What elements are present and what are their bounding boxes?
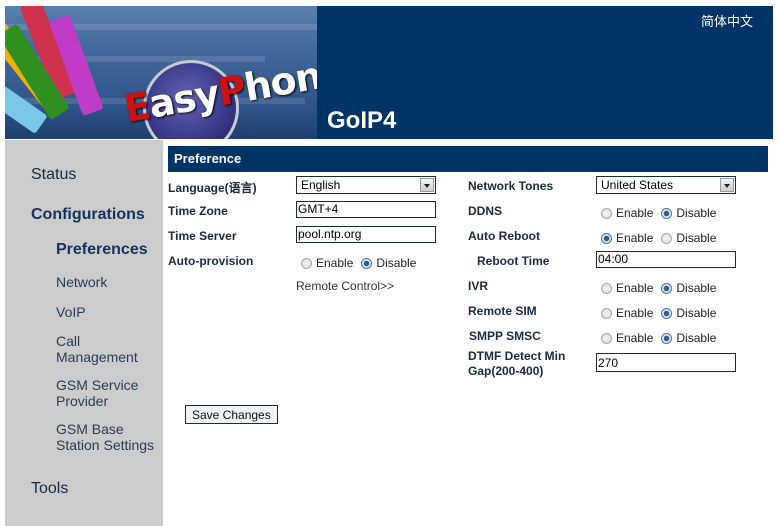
option-label: Enable	[316, 256, 354, 270]
radio-unchecked-icon[interactable]	[601, 207, 612, 219]
sidebar-item-configurations[interactable]: Configurations	[31, 206, 145, 224]
dtmf-gap-label-line2: Gap(200-400)	[468, 364, 544, 378]
ivr-enable-option[interactable]: Enable	[601, 281, 653, 295]
network-tones-select-value: United States	[601, 178, 674, 192]
option-label: Enable	[616, 281, 654, 295]
ddns-enable-option[interactable]: Enable	[601, 206, 653, 220]
sidebar-item-network[interactable]: Network	[56, 274, 107, 290]
auto-provision-enable-option[interactable]: Enable	[301, 256, 353, 270]
option-label: Disable	[676, 206, 717, 220]
sidebar-item-gsm-service-provider[interactable]: GSM Service Provider	[56, 377, 156, 409]
section-header: Preference	[168, 146, 768, 172]
smpp-smsc-enable-option[interactable]: Enable	[601, 331, 653, 345]
smpp-smsc-label: SMPP SMSC	[469, 329, 541, 343]
auto-reboot-enable-option[interactable]: Enable	[601, 231, 653, 245]
chinese-language-link[interactable]: 简体中文	[701, 11, 753, 30]
radio-unchecked-icon[interactable]	[661, 232, 673, 244]
option-label: Disable	[676, 281, 717, 295]
ivr-label: IVR	[468, 279, 489, 293]
language-label: Language(语言)	[168, 181, 257, 195]
reboot-time-label: Reboot Time	[477, 254, 550, 268]
radio-unchecked-icon[interactable]	[601, 307, 612, 319]
time-zone-label: Time Zone	[168, 204, 228, 218]
remote-control-link[interactable]: Remote Control>>	[296, 279, 394, 293]
option-label: Disable	[376, 256, 417, 270]
sidebar-item-preferences[interactable]: Preferences	[56, 242, 148, 258]
dtmf-gap-label-line1: DTMF Detect Min	[468, 349, 566, 363]
time-server-input[interactable]	[296, 226, 436, 243]
radio-checked-icon[interactable]	[661, 282, 673, 294]
section-title: Preference	[174, 151, 242, 166]
radio-checked-icon[interactable]	[361, 257, 373, 269]
sidebar: Status Configurations Preferences Networ…	[5, 140, 163, 526]
sidebar-item-call-management[interactable]: Call Management	[56, 333, 156, 365]
sidebar-item-voip[interactable]: VoIP	[56, 304, 86, 320]
auto-reboot-radio-group: Enable Disable	[601, 231, 724, 245]
remote-sim-disable-option[interactable]: Disable	[661, 306, 716, 320]
auto-provision-disable-option[interactable]: Disable	[361, 256, 416, 270]
ivr-radio-group: Enable Disable	[601, 281, 724, 295]
header-banner: EasyPhone 简体中文 GoIP4	[5, 6, 773, 139]
language-select[interactable]: English	[296, 176, 436, 194]
chevron-down-icon[interactable]	[420, 178, 434, 192]
device-model-title: GoIP4	[327, 107, 397, 134]
auto-reboot-label: Auto Reboot	[468, 229, 540, 243]
language-select-value: English	[301, 178, 341, 192]
time-zone-input[interactable]	[296, 201, 436, 218]
radio-unchecked-icon[interactable]	[601, 332, 612, 344]
network-tones-label: Network Tones	[468, 179, 554, 193]
radio-unchecked-icon[interactable]	[601, 282, 612, 294]
ddns-disable-option[interactable]: Disable	[661, 206, 716, 220]
radio-checked-icon[interactable]	[661, 207, 673, 219]
smpp-smsc-radio-group: Enable Disable	[601, 331, 724, 345]
sidebar-item-gsm-base-station-settings[interactable]: GSM Base Station Settings	[56, 421, 162, 453]
ddns-label: DDNS	[468, 204, 503, 218]
auto-provision-radio-group: Enable Disable	[301, 256, 424, 270]
ddns-radio-group: Enable Disable	[601, 206, 724, 220]
option-label: Disable	[676, 306, 717, 320]
network-tones-select[interactable]: United States	[596, 176, 736, 194]
option-label: Enable	[616, 231, 654, 245]
radio-checked-icon[interactable]	[661, 307, 673, 319]
ivr-disable-option[interactable]: Disable	[661, 281, 716, 295]
auto-reboot-disable-option[interactable]: Disable	[661, 231, 716, 245]
save-changes-button[interactable]: Save Changes	[185, 405, 278, 424]
remote-sim-label: Remote SIM	[468, 304, 537, 318]
auto-provision-label: Auto-provision	[168, 254, 254, 268]
sidebar-item-tools[interactable]: Tools	[31, 480, 68, 498]
option-label: Disable	[676, 231, 717, 245]
easyphone-logo: EasyPhone	[5, 6, 317, 139]
remote-sim-radio-group: Enable Disable	[601, 306, 724, 320]
option-label: Disable	[676, 331, 717, 345]
radio-unchecked-icon[interactable]	[301, 257, 312, 269]
dtmf-gap-input[interactable]	[596, 353, 736, 372]
option-label: Enable	[616, 331, 654, 345]
time-server-label: Time Server	[168, 229, 237, 243]
radio-checked-icon[interactable]	[601, 232, 612, 244]
reboot-time-input[interactable]	[596, 251, 736, 268]
option-label: Enable	[616, 206, 654, 220]
sidebar-item-status[interactable]: Status	[31, 166, 76, 184]
radio-checked-icon[interactable]	[661, 332, 673, 344]
remote-sim-enable-option[interactable]: Enable	[601, 306, 653, 320]
smpp-smsc-disable-option[interactable]: Disable	[661, 331, 716, 345]
chevron-down-icon[interactable]	[720, 178, 734, 192]
option-label: Enable	[616, 306, 654, 320]
